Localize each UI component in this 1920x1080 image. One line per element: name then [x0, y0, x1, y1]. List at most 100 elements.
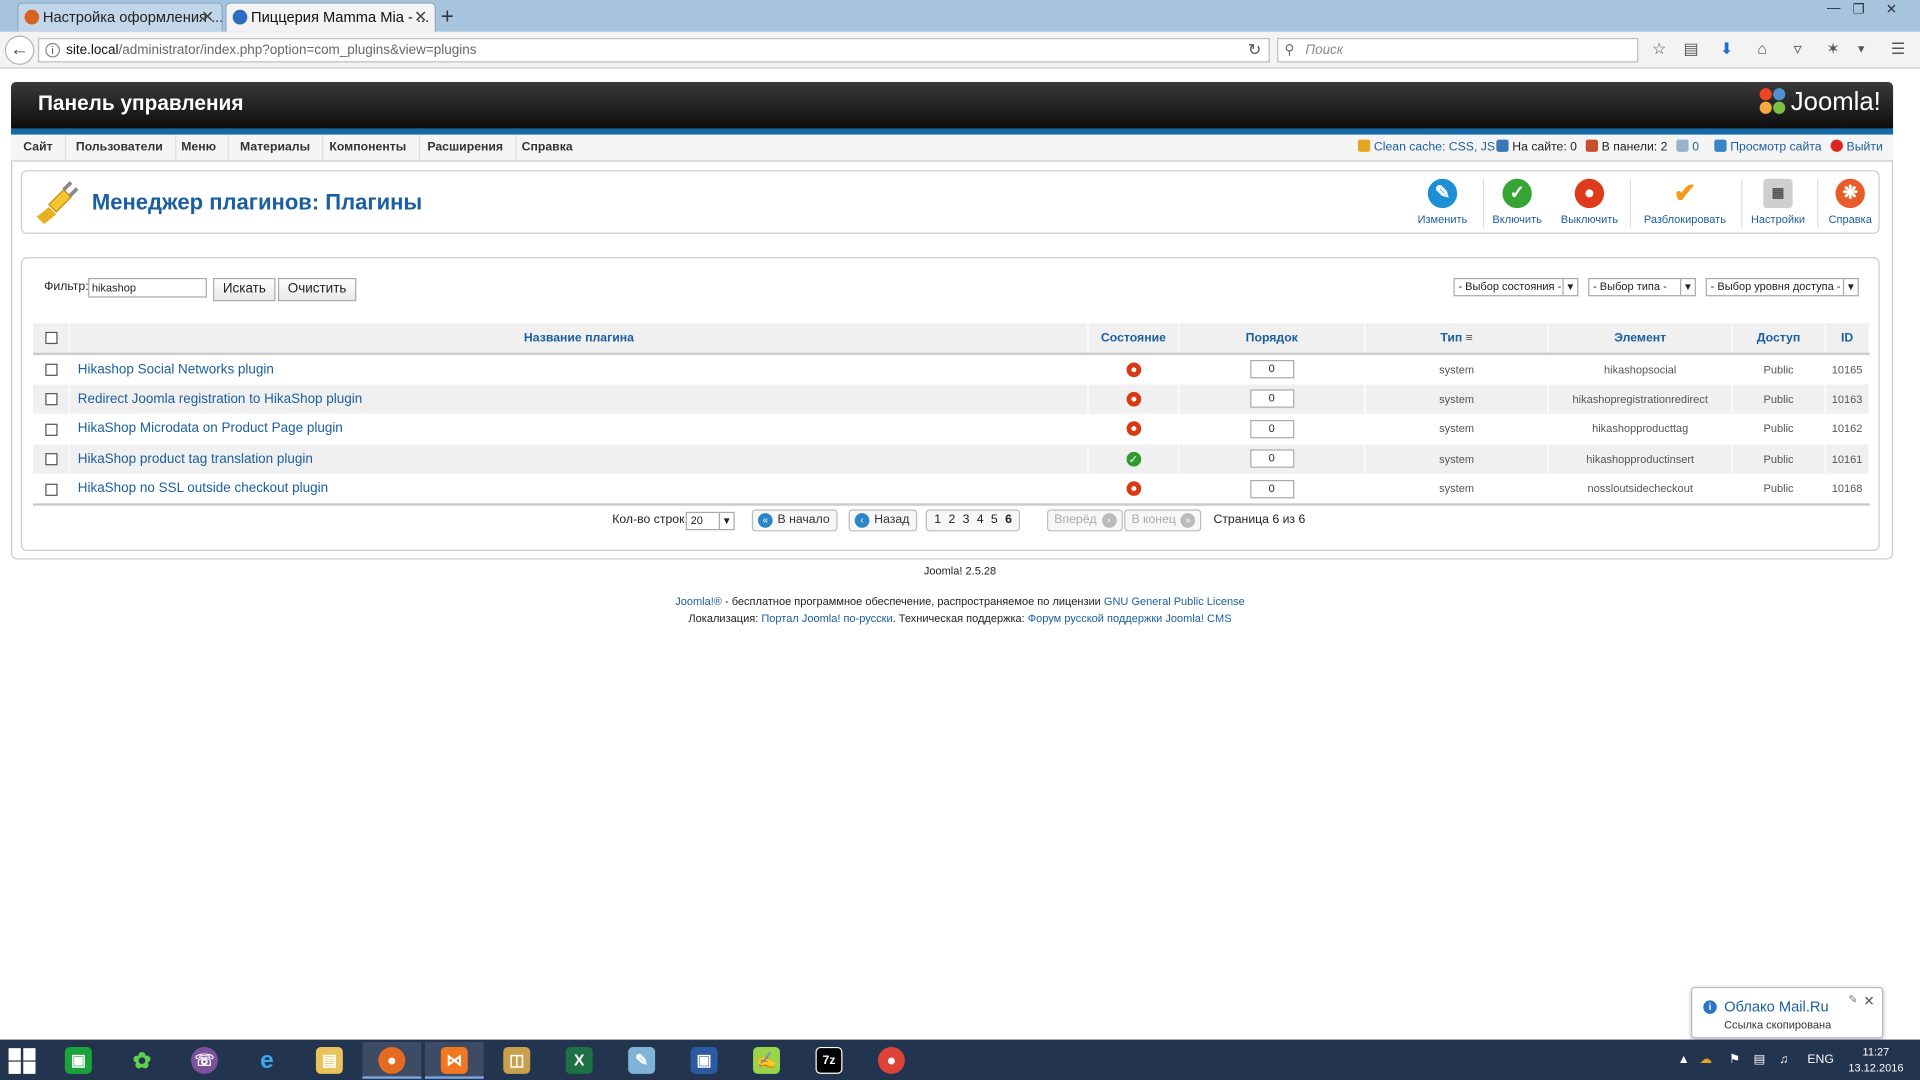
disable-button[interactable]: ● Выключить: [1556, 178, 1622, 233]
new-tab-button[interactable]: +: [441, 4, 454, 30]
state-select[interactable]: - Выбор состояния - ▼: [1453, 277, 1579, 297]
menu-site[interactable]: Сайт: [11, 134, 67, 162]
order-input[interactable]: 0: [1249, 419, 1294, 439]
select-all-checkbox[interactable]: [44, 331, 58, 344]
info-icon[interactable]: i: [45, 42, 61, 58]
order-input[interactable]: 0: [1249, 360, 1294, 379]
row-checkbox[interactable]: [44, 363, 58, 376]
col-element[interactable]: Элемент: [1548, 323, 1733, 356]
row-checkbox[interactable]: [44, 393, 58, 406]
disabled-status-icon[interactable]: [1126, 391, 1141, 407]
extension-icon[interactable]: ✶: [1823, 39, 1843, 59]
forum-link[interactable]: Форум русской поддержки Joomla! CMS: [1028, 612, 1232, 624]
search-button[interactable]: Искать: [213, 277, 276, 302]
clear-button[interactable]: Очистить: [277, 277, 357, 302]
rows-per-page-select[interactable]: 20 ▼: [685, 511, 735, 531]
flag-icon[interactable]: ⚑: [1729, 1040, 1740, 1080]
row-checkbox[interactable]: [44, 423, 58, 436]
menu-extensions[interactable]: Расширения: [415, 134, 517, 162]
home-icon[interactable]: ⌂: [1752, 39, 1772, 59]
order-input[interactable]: 0: [1249, 389, 1294, 409]
cloud-tray-icon[interactable]: ☁: [1700, 1040, 1712, 1080]
logout-link[interactable]: Выйти: [1830, 135, 1883, 162]
internet-explorer-icon[interactable]: e: [238, 1042, 297, 1079]
clean-cache-link[interactable]: Clean cache: CSS, JS: [1357, 135, 1495, 162]
col-state[interactable]: Состояние: [1088, 323, 1180, 356]
chevron-down-icon[interactable]: ▼: [1851, 39, 1871, 59]
store-app-icon[interactable]: ▣: [49, 1042, 108, 1079]
page-4-link[interactable]: 4: [977, 513, 984, 526]
col-name[interactable]: Название плагина: [69, 323, 1089, 356]
start-button[interactable]: [6, 1046, 38, 1075]
checkin-button[interactable]: ✔ Разблокировать: [1638, 178, 1731, 233]
reload-icon[interactable]: ↻: [1248, 39, 1261, 61]
plugin-name-link[interactable]: Hikashop Social Networks plugin: [69, 353, 1089, 384]
archive-app-icon[interactable]: ◫: [487, 1042, 546, 1079]
page-5-link[interactable]: 5: [991, 513, 998, 526]
pocket-icon[interactable]: ▿: [1788, 39, 1808, 59]
volume-icon[interactable]: ♫: [1779, 1040, 1788, 1080]
notepad-plus-icon[interactable]: ✍: [737, 1042, 796, 1079]
excel-app-icon[interactable]: X: [550, 1042, 609, 1079]
reading-list-icon[interactable]: ▤: [1681, 39, 1701, 59]
download-icon[interactable]: ⬇: [1717, 39, 1737, 59]
page-2-link[interactable]: 2: [948, 513, 955, 526]
tab-pizzeria[interactable]: Пиццерия Mamma Mia - ... ✕: [225, 2, 436, 32]
page-3-link[interactable]: 3: [963, 513, 970, 526]
filter-search-input[interactable]: hikashop: [88, 277, 207, 298]
7zip-app-icon[interactable]: 7z: [800, 1042, 859, 1079]
file-explorer-icon[interactable]: ▤: [300, 1042, 359, 1079]
pin-icon[interactable]: ✎: [1848, 993, 1857, 1006]
view-site-link[interactable]: Просмотр сайта: [1714, 135, 1822, 162]
tab-settings-design[interactable]: Настройка оформления ... ✕: [17, 2, 223, 32]
order-input[interactable]: 0: [1249, 479, 1294, 499]
page-1-link[interactable]: 1: [934, 513, 941, 526]
cloud-notification[interactable]: i Облако Mail.Ru Ссылка скопирована ✎ ✕: [1691, 986, 1884, 1039]
language-indicator[interactable]: ENG: [1807, 1040, 1834, 1080]
row-checkbox[interactable]: [44, 483, 58, 496]
notepad-app-icon[interactable]: ✎: [612, 1042, 671, 1079]
menu-hamburger-icon[interactable]: ☰: [1888, 39, 1908, 59]
close-tab-icon[interactable]: ✕: [414, 4, 427, 31]
restore-icon[interactable]: ❐: [1853, 1, 1865, 17]
order-input[interactable]: 0: [1249, 449, 1294, 469]
prev-page-button[interactable]: ‹ Назад: [848, 509, 917, 532]
minimize-icon[interactable]: —: [1827, 1, 1840, 16]
enable-button[interactable]: ✓ Включить: [1489, 178, 1545, 233]
row-checkbox[interactable]: [44, 453, 58, 466]
col-access[interactable]: Доступ: [1732, 323, 1826, 356]
gpl-link[interactable]: GNU General Public License: [1104, 595, 1245, 607]
enabled-status-icon[interactable]: ✓: [1126, 451, 1141, 467]
bookmark-star-icon[interactable]: ☆: [1649, 39, 1669, 59]
col-id[interactable]: ID: [1825, 323, 1870, 356]
plugin-name-link[interactable]: HikaShop Microdata on Product Page plugi…: [69, 413, 1089, 444]
plugin-name-link[interactable]: HikaShop no SSL outside checkout plugin: [69, 473, 1089, 504]
menu-users[interactable]: Пользователи: [64, 134, 177, 162]
plugin-name-link[interactable]: HikaShop product tag translation plugin: [69, 443, 1089, 474]
close-tab-icon[interactable]: ✕: [201, 4, 214, 31]
disabled-status-icon[interactable]: [1126, 362, 1141, 377]
search-input[interactable]: ⚲ Поиск: [1277, 37, 1639, 63]
close-icon[interactable]: ✕: [1863, 993, 1874, 1009]
menu-menus[interactable]: Меню: [169, 134, 230, 162]
type-select[interactable]: - Выбор типа - ▼: [1588, 277, 1696, 297]
menu-help[interactable]: Справка: [509, 135, 584, 162]
menu-components[interactable]: Компоненты: [317, 134, 420, 162]
menu-content[interactable]: Материалы: [228, 134, 324, 162]
close-window-icon[interactable]: ✕: [1886, 1, 1897, 17]
options-button[interactable]: ▦ Настройки: [1747, 178, 1808, 233]
back-button[interactable]: ←: [4, 35, 35, 65]
plugin-name-link[interactable]: Redirect Joomla registration to HikaShop…: [69, 383, 1089, 414]
xampp-app-icon[interactable]: ⋈: [424, 1042, 484, 1079]
clock[interactable]: 11:27 13.12.2016: [1847, 1044, 1906, 1076]
disabled-status-icon[interactable]: [1126, 421, 1141, 437]
tray-expand-icon[interactable]: ▲: [1678, 1040, 1690, 1080]
edit-button[interactable]: ✎ Изменить: [1411, 178, 1475, 233]
disabled-status-icon[interactable]: [1126, 481, 1141, 497]
save-app-icon[interactable]: ▣: [675, 1042, 734, 1079]
viber-app-icon[interactable]: ☏: [175, 1042, 234, 1079]
access-select[interactable]: - Выбор уровня доступа - ▼: [1705, 277, 1859, 297]
col-type[interactable]: Тип ≡: [1364, 323, 1549, 356]
col-order[interactable]: Порядок: [1178, 323, 1366, 356]
icq-app-icon[interactable]: ✿: [113, 1042, 172, 1079]
